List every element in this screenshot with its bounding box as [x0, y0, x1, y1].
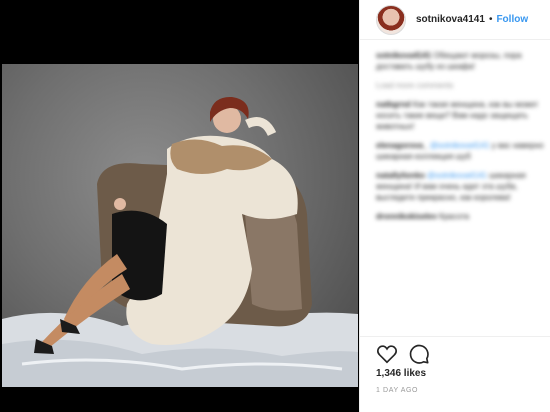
comment-text: Красота [439, 212, 470, 221]
username-link[interactable]: sotnikova4141 [416, 14, 485, 25]
photo-illustration [2, 96, 358, 387]
post-photo[interactable] [2, 64, 358, 387]
post-timestamp[interactable]: 1 DAY AGO [376, 387, 418, 394]
separator-dot: • [488, 14, 493, 25]
comment-item: natallylionko @sotnikova4141 шикарная же… [376, 170, 546, 203]
comments-list: sotnikova4141 Обещают морозы, пора доста… [376, 50, 546, 335]
follow-button[interactable]: Follow [496, 14, 528, 25]
heart-icon[interactable] [376, 343, 398, 365]
post-actions: 1,346 likes 1 DAY AGO [360, 336, 550, 412]
comment-author[interactable]: natallylionko [376, 171, 425, 180]
comment-author[interactable]: natbgrnd [376, 100, 411, 109]
post-header: sotnikova4141 • Follow [360, 0, 550, 40]
comment-icon[interactable] [408, 343, 430, 365]
comment-author[interactable]: elenagorova_ [376, 141, 428, 150]
load-more-label[interactable]: Load more comments [376, 81, 453, 90]
avatar[interactable] [376, 4, 406, 35]
comment-item: sotnikova4141 Обещают морозы, пора доста… [376, 50, 546, 72]
comment-item: natbgrnd Как такая женщина, как вы может… [376, 99, 546, 132]
comment-author[interactable]: sotnikova4141 [376, 51, 431, 60]
action-icons [376, 343, 430, 365]
load-more-comments[interactable]: Load more comments [376, 80, 546, 91]
comment-mention[interactable]: @sotnikova4141 [427, 171, 487, 180]
like-count[interactable]: 1,346 likes [376, 368, 426, 379]
post-side-panel: sotnikova4141 • Follow sotnikova4141 Обе… [359, 0, 550, 412]
comment-item: dronnikokiselev Красота [376, 211, 546, 222]
comment-mention[interactable]: @sotnikova4141 [430, 141, 490, 150]
comment-author[interactable]: dronnikokiselev [376, 212, 437, 221]
media-pane [0, 0, 359, 412]
comment-item: elenagorova_ @sotnikova4141 у вас наверн… [376, 140, 546, 162]
